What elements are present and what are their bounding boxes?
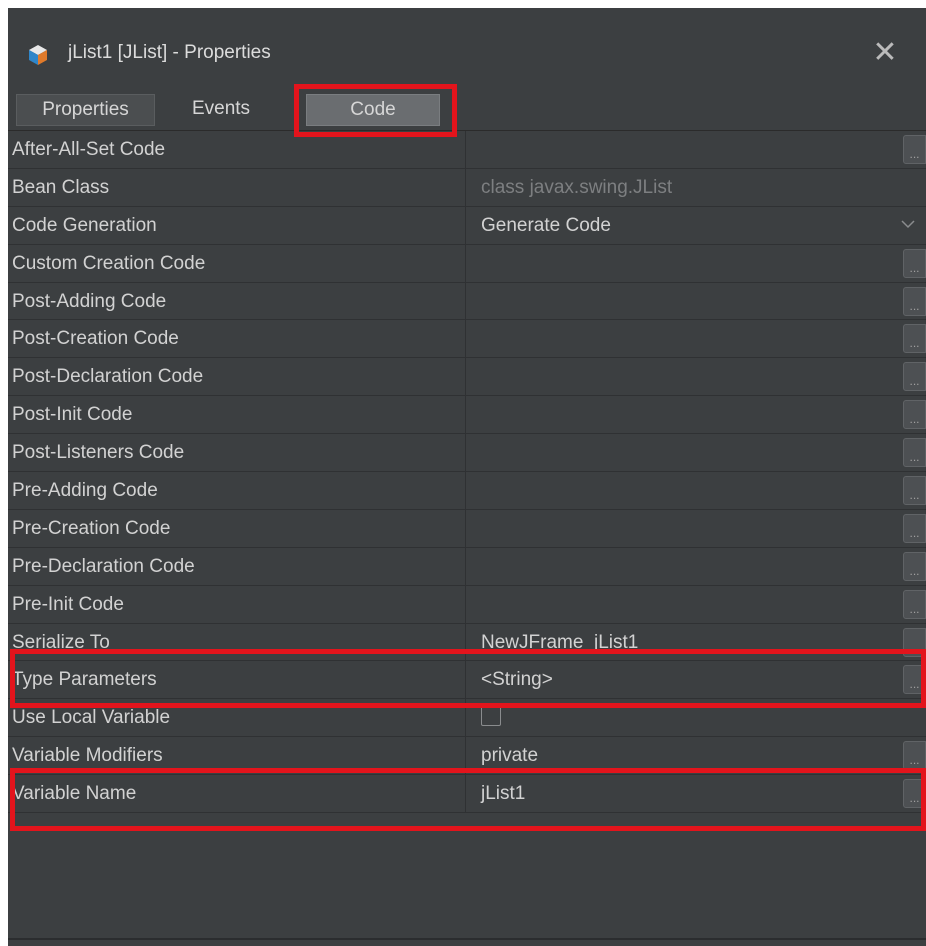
property-value[interactable] bbox=[467, 396, 903, 433]
tab-bar: Properties Events Code bbox=[8, 88, 926, 131]
ellipsis-button[interactable]: ... bbox=[903, 324, 926, 354]
property-row-variable-modifiers[interactable]: Variable Modifiers private... bbox=[8, 737, 926, 776]
property-name: Post-Creation Code bbox=[8, 320, 466, 358]
property-row-post-creation-code[interactable]: Post-Creation Code... bbox=[8, 320, 926, 359]
tab-code[interactable]: Code bbox=[306, 94, 440, 126]
property-row-code-generation[interactable]: Code Generation Generate Code bbox=[8, 206, 926, 245]
ellipsis-button[interactable]: ... bbox=[903, 438, 926, 468]
properties-dialog: jList1 [JList] - Properties ✕ Properties… bbox=[8, 8, 926, 946]
ellipsis-button[interactable]: ... bbox=[903, 779, 926, 809]
title-bar: jList1 [JList] - Properties ✕ bbox=[8, 8, 926, 88]
tab-events[interactable]: Events bbox=[168, 94, 274, 124]
property-name: Variable Name bbox=[8, 775, 466, 813]
ellipsis-button[interactable]: ... bbox=[903, 741, 926, 771]
ellipsis-button[interactable]: ... bbox=[903, 135, 926, 164]
tab-properties[interactable]: Properties bbox=[16, 94, 155, 126]
netbeans-cube-icon bbox=[29, 45, 47, 65]
property-value[interactable] bbox=[467, 548, 903, 585]
ellipsis-button[interactable]: ... bbox=[903, 513, 926, 543]
ellipsis-button[interactable]: ... bbox=[903, 400, 926, 430]
property-row-bean-class[interactable]: Bean Class class javax.swing.JList bbox=[8, 168, 926, 207]
property-name: Bean Class bbox=[8, 168, 466, 206]
property-name: Custom Creation Code bbox=[8, 244, 466, 282]
property-name: Code Generation bbox=[8, 206, 466, 244]
property-name: Serialize To bbox=[8, 623, 466, 661]
ellipsis-button[interactable]: ... bbox=[903, 476, 926, 506]
property-name: Post-Adding Code bbox=[8, 282, 466, 320]
ellipsis-button[interactable]: ... bbox=[903, 665, 926, 695]
property-value[interactable] bbox=[467, 699, 903, 736]
property-row-post-listeners-code[interactable]: Post-Listeners Code... bbox=[8, 434, 926, 473]
property-value[interactable] bbox=[467, 245, 903, 282]
property-row-post-adding-code[interactable]: Post-Adding Code... bbox=[8, 282, 926, 321]
property-name: After-All-Set Code bbox=[8, 131, 466, 168]
property-row-serialize-to[interactable]: Serialize To NewJFrame_jList1... bbox=[8, 623, 926, 662]
property-row-pre-init-code[interactable]: Pre-Init Code... bbox=[8, 585, 926, 624]
property-row-variable-name[interactable]: Variable Name jList1... bbox=[8, 775, 926, 814]
property-value: class javax.swing.JList bbox=[481, 176, 673, 198]
property-name: Pre-Creation Code bbox=[8, 509, 466, 547]
property-value[interactable] bbox=[467, 358, 903, 395]
chevron-down-icon[interactable] bbox=[901, 219, 915, 229]
property-value[interactable]: private bbox=[467, 737, 903, 774]
dialog-bottom-border bbox=[8, 938, 926, 940]
property-row-pre-creation-code[interactable]: Pre-Creation Code... bbox=[8, 509, 926, 548]
property-row-after-all-set-code[interactable]: After-All-Set Code... bbox=[8, 131, 926, 169]
property-value[interactable]: Generate Code bbox=[467, 207, 903, 244]
property-value[interactable] bbox=[467, 586, 903, 623]
property-value[interactable]: <String> bbox=[467, 661, 903, 698]
property-name: Type Parameters bbox=[8, 661, 466, 699]
property-name: Post-Listeners Code bbox=[8, 434, 466, 472]
property-name: Pre-Init Code bbox=[8, 585, 466, 623]
property-value[interactable] bbox=[467, 131, 903, 168]
property-row-use-local-variable[interactable]: Use Local Variable bbox=[8, 699, 926, 738]
property-row-pre-declaration-code[interactable]: Pre-Declaration Code... bbox=[8, 547, 926, 586]
ellipsis-button[interactable]: ... bbox=[903, 589, 926, 619]
ellipsis-button[interactable]: ... bbox=[903, 551, 926, 581]
ellipsis-button[interactable]: ... bbox=[903, 627, 926, 657]
property-value[interactable] bbox=[467, 434, 903, 471]
property-name: Use Local Variable bbox=[8, 699, 466, 737]
window-title: jList1 [JList] - Properties bbox=[68, 42, 271, 63]
property-row-type-parameters[interactable]: Type Parameters <String>... bbox=[8, 661, 926, 700]
property-row-custom-creation-code[interactable]: Custom Creation Code... bbox=[8, 244, 926, 283]
property-value[interactable]: jList1 bbox=[467, 775, 903, 812]
property-sheet: After-All-Set Code... Bean Class class jav… bbox=[8, 131, 926, 814]
property-name: Post-Declaration Code bbox=[8, 358, 466, 396]
ellipsis-button[interactable]: ... bbox=[903, 286, 926, 316]
property-value[interactable] bbox=[467, 320, 903, 357]
property-name: Pre-Declaration Code bbox=[8, 547, 466, 585]
property-row-post-declaration-code[interactable]: Post-Declaration Code... bbox=[8, 358, 926, 397]
property-value[interactable]: NewJFrame_jList1 bbox=[467, 624, 903, 661]
property-row-post-init-code[interactable]: Post-Init Code... bbox=[8, 396, 926, 435]
property-value[interactable] bbox=[467, 472, 903, 509]
ellipsis-button[interactable]: ... bbox=[903, 248, 926, 278]
property-value[interactable] bbox=[467, 283, 903, 320]
property-name: Pre-Adding Code bbox=[8, 472, 466, 509]
close-icon[interactable]: ✕ bbox=[868, 36, 902, 70]
property-row-pre-adding-code[interactable]: Pre-Adding Code... bbox=[8, 472, 926, 510]
property-name: Variable Modifiers bbox=[8, 737, 466, 775]
property-value[interactable] bbox=[467, 510, 903, 547]
use-local-variable-checkbox[interactable] bbox=[481, 706, 501, 727]
ellipsis-button[interactable]: ... bbox=[903, 362, 926, 392]
property-name: Post-Init Code bbox=[8, 396, 466, 434]
